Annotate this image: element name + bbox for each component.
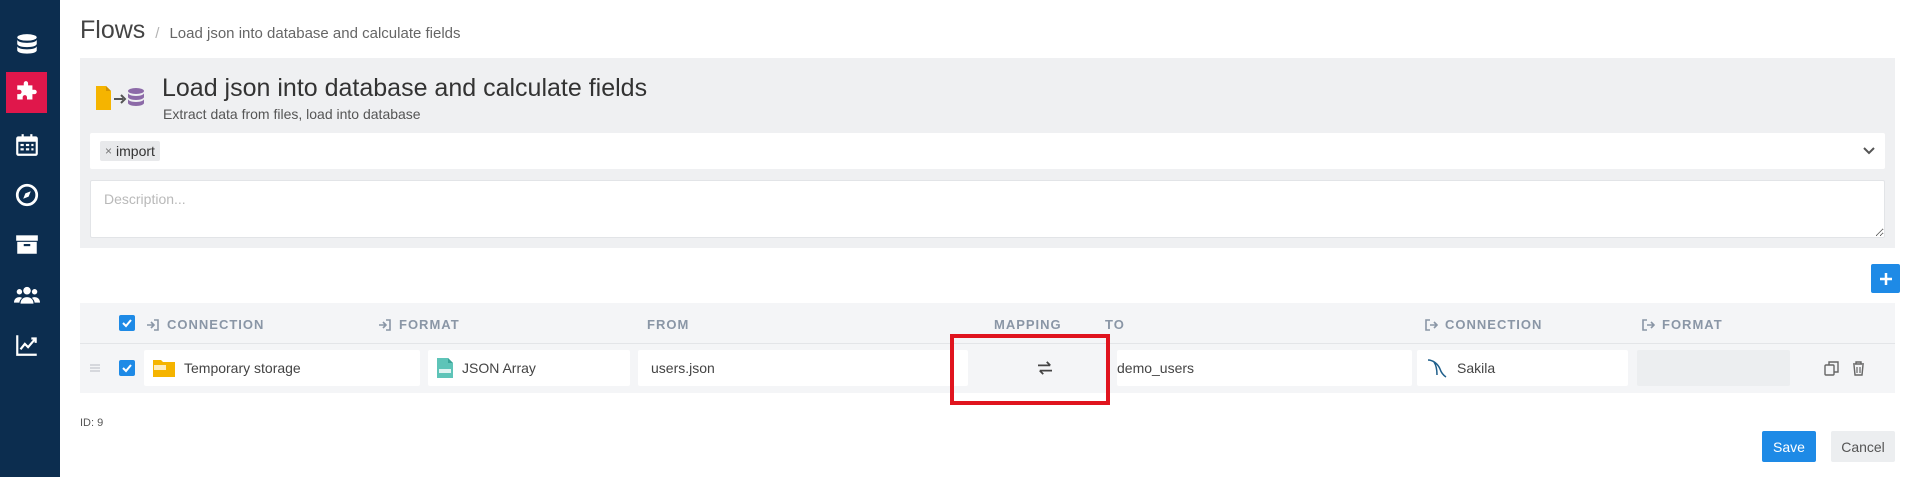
flow-subtitle[interactable]: Extract data from files, load into datab… (163, 106, 421, 122)
header-to: TO (1105, 317, 1125, 332)
check-icon (122, 319, 132, 328)
header-source-connection: CONNECTION (146, 317, 264, 332)
users-icon (13, 286, 40, 304)
trash-icon[interactable] (1851, 361, 1866, 376)
sidebar-item-reports[interactable] (6, 324, 47, 365)
to-table-field[interactable] (1117, 360, 1412, 376)
header-from: FROM (647, 317, 690, 332)
folder-icon (152, 357, 176, 379)
sidebar-item-schedules[interactable] (6, 124, 47, 165)
sidebar-item-explore[interactable] (6, 174, 47, 215)
breadcrumb-separator: / (155, 25, 160, 42)
description-field[interactable] (90, 180, 1885, 238)
header-source-format: FORMAT (378, 317, 460, 332)
flow-header-panel: Load json into database and calculate fi… (80, 58, 1895, 248)
to-table-input[interactable] (1117, 350, 1412, 386)
archive-icon (15, 234, 38, 254)
sign-in-icon (147, 318, 159, 331)
from-path-input[interactable] (638, 350, 968, 386)
copy-icon[interactable] (1824, 361, 1839, 376)
file-to-database-icon (96, 86, 144, 110)
sidebar-item-users[interactable] (6, 274, 47, 315)
database-icon (16, 33, 37, 54)
breadcrumb-current: Load json into database and calculate fi… (169, 25, 461, 42)
save-button[interactable]: Save (1762, 431, 1816, 462)
target-connection-select[interactable]: Sakila (1417, 350, 1628, 386)
drag-handle-icon[interactable] (89, 362, 101, 374)
header-mapping: MAPPING (994, 317, 1062, 332)
flow-title[interactable]: Load json into database and calculate fi… (162, 74, 647, 103)
cancel-button[interactable]: Cancel (1831, 431, 1895, 462)
tag-remove-icon[interactable]: × (105, 144, 112, 158)
source-format-select[interactable]: JSON Array (428, 350, 630, 386)
highlight-box (950, 334, 1110, 405)
mysql-dolphin-icon (1425, 357, 1449, 379)
target-format-select[interactable] (1637, 350, 1790, 386)
check-icon (122, 364, 132, 373)
sidebar-item-archive[interactable] (6, 223, 47, 264)
header-target-format: FORMAT (1641, 317, 1723, 332)
plus-icon (1879, 272, 1892, 285)
sign-out-icon (1425, 318, 1438, 331)
flow-id-label: ID: 9 (80, 417, 104, 429)
tag-import: × import (100, 141, 160, 161)
add-step-button[interactable] (1871, 264, 1900, 293)
sidebar (0, 0, 60, 477)
chevron-down-icon[interactable] (1861, 143, 1877, 159)
puzzle-icon (16, 80, 37, 99)
from-path-field[interactable] (638, 360, 968, 376)
header-target-connection: CONNECTION (1424, 317, 1542, 332)
chart-line-icon (15, 334, 37, 356)
breadcrumb-root[interactable]: Flows (80, 16, 145, 45)
sign-in-icon (379, 318, 391, 331)
compass-icon (15, 183, 38, 206)
sign-out-icon (1642, 318, 1655, 331)
json-file-icon (436, 357, 454, 379)
calendar-icon (15, 133, 38, 156)
select-all-checkbox[interactable] (119, 315, 135, 331)
main-content: Flows / Load json into database and calc… (60, 0, 1911, 477)
sidebar-item-flows[interactable] (6, 72, 47, 113)
row-select-checkbox[interactable] (119, 360, 135, 376)
breadcrumb: Flows / Load json into database and calc… (80, 16, 461, 45)
source-connection-select[interactable]: Temporary storage (144, 350, 420, 386)
sidebar-item-connections[interactable] (6, 24, 47, 65)
tags-input[interactable]: × import (90, 133, 1885, 169)
tag-label: import (116, 143, 155, 159)
